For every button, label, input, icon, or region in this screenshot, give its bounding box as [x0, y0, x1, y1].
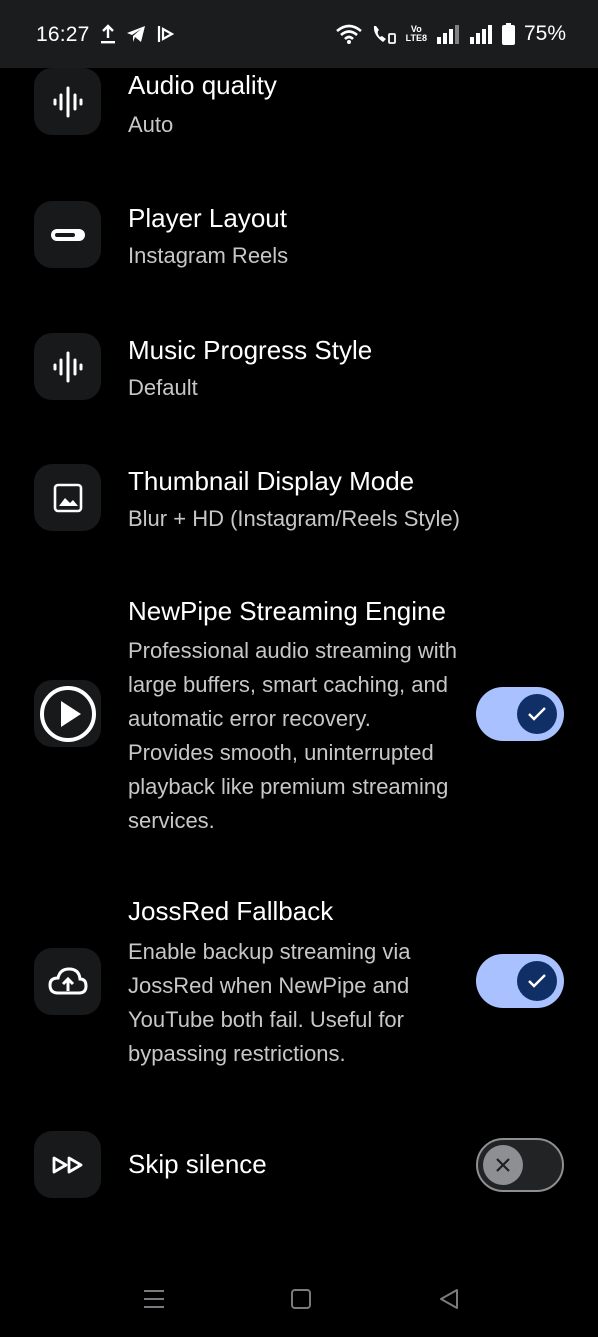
- thumbnail-mode-title: Thumbnail Display Mode: [128, 466, 415, 496]
- close-icon: [483, 1145, 523, 1185]
- status-bar: 16:27 Vo LTE8 75%: [0, 0, 598, 68]
- skip-silence-title: Skip silence: [128, 1149, 267, 1179]
- signal-sim1-icon: [436, 25, 459, 44]
- menu-nav-icon[interactable]: [143, 1288, 165, 1310]
- audio-quality-value: Auto: [128, 112, 174, 137]
- newpipe-description: Professional audio streaming with large …: [128, 638, 457, 833]
- telegram-icon: [127, 26, 145, 42]
- setting-newpipe-streaming-engine[interactable]: NewPipe Streaming Engine Professional au…: [0, 594, 598, 844]
- setting-player-layout[interactable]: Player Layout Instagram Reels: [0, 201, 598, 301]
- fast-forward-icon: [34, 1131, 101, 1198]
- volte-bottom-label: LTE8: [405, 33, 427, 43]
- music-progress-value: Default: [128, 375, 198, 400]
- jossred-description: Enable backup streaming via JossRed when…: [128, 939, 411, 1066]
- setting-thumbnail-display-mode[interactable]: Thumbnail Display Mode Blur + HD (Instag…: [0, 464, 598, 564]
- battery-percentage: 75%: [523, 22, 566, 45]
- checkmark-icon: [517, 961, 557, 1001]
- status-notification-icons: [100, 24, 174, 44]
- play-circle-icon: [34, 680, 101, 747]
- setting-skip-silence[interactable]: Skip silence: [0, 1131, 598, 1201]
- newpipe-title: NewPipe Streaming Engine: [128, 596, 446, 626]
- setting-music-progress-style[interactable]: Music Progress Style Default: [0, 333, 598, 433]
- upload-icon: [101, 24, 115, 44]
- waveform-icon: [34, 333, 101, 400]
- battery-icon: [501, 23, 515, 45]
- navigation-bar: [0, 1262, 598, 1337]
- pill-icon: [34, 201, 101, 268]
- back-nav-icon[interactable]: [438, 1288, 460, 1310]
- wifi-icon: [335, 24, 362, 44]
- checkmark-icon: [517, 694, 557, 734]
- waveform-icon: [34, 68, 101, 135]
- skip-silence-toggle[interactable]: [476, 1138, 564, 1192]
- home-nav-icon[interactable]: [290, 1288, 312, 1310]
- player-layout-title: Player Layout: [128, 203, 287, 233]
- music-progress-title: Music Progress Style: [128, 335, 373, 365]
- thumbnail-mode-value: Blur + HD (Instagram/Reels Style): [128, 506, 460, 531]
- image-icon: [34, 464, 101, 531]
- wifi-calling-icon: [373, 26, 396, 44]
- signal-sim2-icon: [469, 25, 492, 44]
- status-system-icons: Vo LTE8 75%: [335, 22, 566, 46]
- media-icon: [157, 26, 174, 42]
- setting-audio-quality[interactable]: Audio quality Auto: [0, 68, 598, 168]
- audio-quality-title: Audio quality: [128, 70, 277, 100]
- setting-jossred-fallback[interactable]: JossRed Fallback Enable backup streaming…: [0, 894, 598, 1074]
- volte-indicator: Vo LTE8: [406, 25, 427, 43]
- newpipe-toggle[interactable]: [476, 687, 564, 741]
- jossred-toggle[interactable]: [476, 954, 564, 1008]
- player-layout-value: Instagram Reels: [128, 243, 289, 268]
- cloud-upload-icon: [34, 948, 101, 1015]
- jossred-title: JossRed Fallback: [128, 896, 334, 926]
- status-time: 16:27: [36, 23, 90, 46]
